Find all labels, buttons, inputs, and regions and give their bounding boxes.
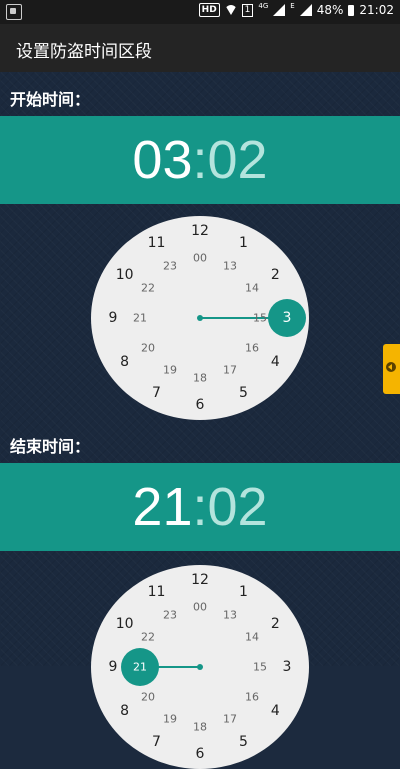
end-hour-23[interactable]: 23 <box>163 609 177 622</box>
end-hour-18[interactable]: 18 <box>193 721 207 734</box>
start-hour-18[interactable]: 18 <box>193 372 207 385</box>
end-time-label: 结束时间： <box>10 437 91 456</box>
end-hour-11[interactable]: 11 <box>148 584 166 600</box>
start-hour-16[interactable]: 16 <box>245 342 259 355</box>
start-clock-dial[interactable]: 12 1 2 3 4 5 6 7 8 9 10 11 00 13 14 15 16 17 18 19 20 21 22 23 <box>91 216 309 420</box>
end-hour-4[interactable]: 4 <box>271 703 280 719</box>
end-hour-9[interactable]: 9 <box>109 659 118 675</box>
chevron-left-icon <box>386 362 396 372</box>
start-hour-19[interactable]: 19 <box>163 363 177 376</box>
start-hour-1[interactable]: 1 <box>239 235 248 251</box>
start-separator: : <box>192 130 208 190</box>
start-hour-7[interactable]: 7 <box>152 385 161 401</box>
start-hour-00[interactable]: 00 <box>193 252 207 265</box>
end-hour-7[interactable]: 7 <box>152 734 161 750</box>
end-hour-15[interactable]: 15 <box>253 661 267 674</box>
end-hour-19[interactable]: 19 <box>163 712 177 725</box>
end-hour-22[interactable]: 22 <box>141 631 155 644</box>
end-clock-center <box>197 664 203 670</box>
end-hour-5[interactable]: 5 <box>239 734 248 750</box>
end-hour-8[interactable]: 8 <box>120 703 129 719</box>
start-hour-9[interactable]: 9 <box>109 310 118 326</box>
start-hour-14[interactable]: 14 <box>245 282 259 295</box>
wifi-icon <box>224 5 237 15</box>
end-hour-16[interactable]: 16 <box>245 691 259 704</box>
end-hour-3[interactable]: 3 <box>283 659 292 675</box>
end-time-display: 21:02 <box>0 463 400 551</box>
battery-icon <box>348 4 355 16</box>
start-hour-17[interactable]: 17 <box>223 363 237 376</box>
app-bar: 设置防盗时间区段 <box>0 24 400 72</box>
start-hour-13[interactable]: 13 <box>223 260 237 273</box>
end-hour-00[interactable]: 00 <box>193 601 207 614</box>
start-hour-6[interactable]: 6 <box>196 397 205 413</box>
end-minute[interactable]: 02 <box>208 476 268 538</box>
page-title: 设置防盗时间区段 <box>16 42 152 62</box>
start-hour-23[interactable]: 23 <box>163 260 177 273</box>
end-hour-2[interactable]: 2 <box>271 616 280 632</box>
end-hour-17[interactable]: 17 <box>223 712 237 725</box>
start-hour-20[interactable]: 20 <box>141 342 155 355</box>
status-bar: HD 1 4G E 48% 21:02 <box>0 0 400 24</box>
end-hour-1[interactable]: 1 <box>239 584 248 600</box>
start-time-label: 开始时间： <box>10 90 91 109</box>
start-hour-2[interactable]: 2 <box>271 267 280 283</box>
start-time-display: 03:02 <box>0 116 400 204</box>
side-tab[interactable] <box>383 344 400 394</box>
end-clock-dial[interactable]: 12 1 2 3 4 5 6 7 8 9 10 11 00 13 14 15 16 17 18 19 20 21 22 23 <box>91 565 309 769</box>
end-hour-20[interactable]: 20 <box>141 691 155 704</box>
end-hour-21[interactable]: 21 <box>133 661 147 674</box>
start-hour-12[interactable]: 12 <box>191 223 209 239</box>
hd-icon: HD <box>198 3 220 17</box>
start-hour-5[interactable]: 5 <box>239 385 248 401</box>
start-hour-4[interactable]: 4 <box>271 354 280 370</box>
start-hour-15[interactable]: 15 <box>253 312 267 325</box>
start-hour[interactable]: 03 <box>132 129 192 191</box>
start-minute[interactable]: 02 <box>208 129 268 191</box>
end-hour-10[interactable]: 10 <box>116 616 134 632</box>
network-type: 4G <box>258 2 269 10</box>
start-clock-center <box>197 315 203 321</box>
battery-percent: 48% <box>316 3 344 17</box>
end-hour-6[interactable]: 6 <box>196 746 205 762</box>
notification-icon <box>6 4 22 20</box>
end-hour[interactable]: 21 <box>132 476 192 538</box>
end-hour-12[interactable]: 12 <box>191 572 209 588</box>
start-hour-10[interactable]: 10 <box>116 267 134 283</box>
signal-icon-2 <box>299 4 312 16</box>
sim-icon: 1 <box>241 3 254 17</box>
start-hour-22[interactable]: 22 <box>141 282 155 295</box>
start-hour-21[interactable]: 21 <box>133 312 147 325</box>
start-hour-11[interactable]: 11 <box>148 235 166 251</box>
clock-time: 21:02 <box>359 3 394 17</box>
end-hour-14[interactable]: 14 <box>245 631 259 644</box>
start-hour-8[interactable]: 8 <box>120 354 129 370</box>
end-hour-13[interactable]: 13 <box>223 609 237 622</box>
end-separator: : <box>192 477 208 537</box>
signal-icon <box>273 4 286 16</box>
network-e: E <box>290 2 295 10</box>
start-hour-3[interactable]: 3 <box>283 310 292 326</box>
